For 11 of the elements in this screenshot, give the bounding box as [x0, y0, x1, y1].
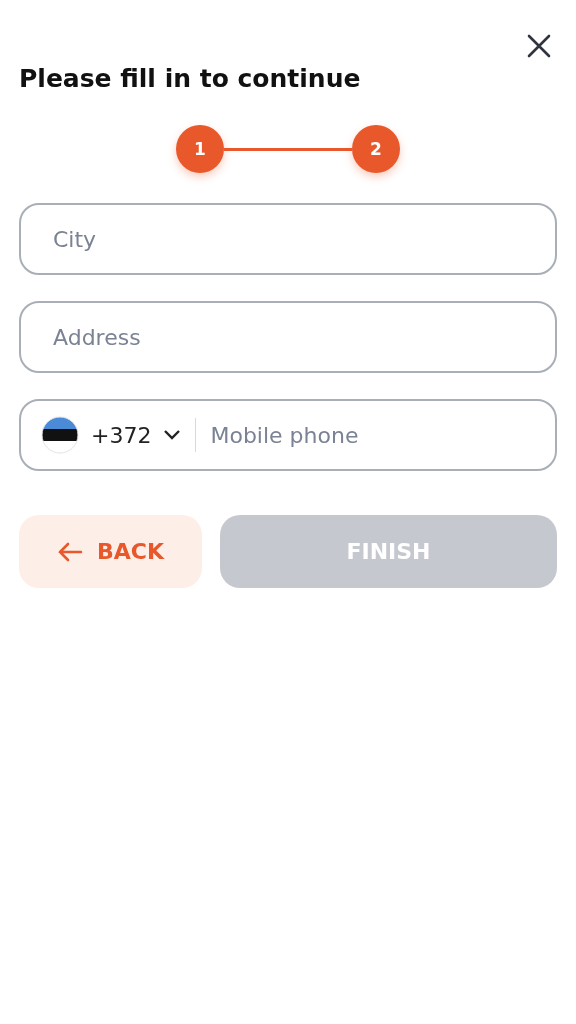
form-title: Please fill in to continue	[19, 64, 362, 93]
country-code-select[interactable]: +372	[41, 418, 197, 452]
text-field[interactable]: City	[19, 203, 557, 275]
flag-icon	[41, 416, 79, 454]
step-indicator: 1	[176, 125, 224, 173]
phone-field[interactable]: +372 Mobile phone	[19, 399, 557, 471]
close-icon	[527, 34, 551, 58]
arrow-left-icon	[57, 541, 83, 562]
text-field[interactable]: Address	[19, 301, 557, 373]
chevron-down-icon	[163, 429, 182, 441]
step-indicator: 2	[352, 125, 400, 173]
